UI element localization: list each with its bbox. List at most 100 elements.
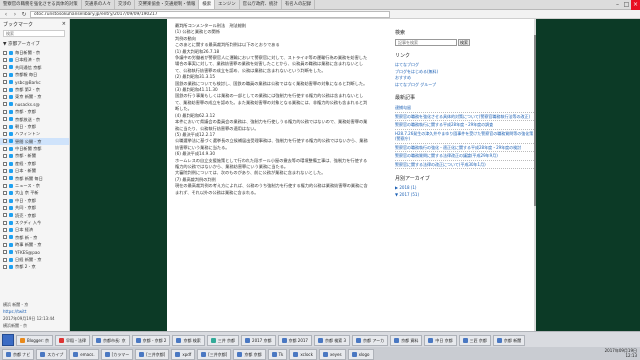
checkbox-icon[interactable]: [3, 191, 7, 196]
link-item[interactable]: はてなブログ グループ: [395, 82, 536, 89]
browser-tab[interactable]: 交響楽協会・交通規制・情報: [135, 0, 200, 9]
taskbar-item[interactable]: 三井 京都: [206, 334, 240, 346]
recent-post-link[interactable]: 警察官の職務執行に関する平成28年度・29年度の調査: [395, 121, 536, 130]
bookmark-item[interactable]: 読売 - 京都: [0, 212, 69, 219]
checkbox-icon[interactable]: [3, 161, 7, 166]
checkbox-icon[interactable]: [3, 50, 7, 55]
checkbox-icon[interactable]: [3, 109, 7, 114]
archive-item[interactable]: ▼ 2017 (51): [395, 192, 536, 199]
checkbox-icon[interactable]: [3, 154, 7, 159]
checkbox-icon[interactable]: [3, 102, 7, 107]
browser-tab[interactable]: 交通系の人々: [82, 0, 116, 9]
bookmark-item[interactable]: YFKES@pao: [0, 249, 69, 256]
bookmark-item[interactable]: 京都 - 京都: [0, 108, 69, 115]
bookmark-item[interactable]: 京都報 毎日: [0, 71, 69, 78]
close-icon[interactable]: ×: [631, 0, 640, 10]
bookmark-item[interactable]: 京都 - 新聞: [0, 152, 69, 159]
bookmark-item[interactable]: 昼間 公開 - 京: [0, 137, 69, 146]
taskbar-item[interactable]: xeyes: [318, 348, 346, 360]
bookmark-item[interactable]: 京都 2 - 京: [0, 263, 69, 270]
recent-post-link[interactable]: 警察官の職務質問に関する法律改正の議論(平成29年9月): [395, 152, 536, 161]
bookmark-item[interactable]: 京都 新 - 京: [0, 234, 69, 241]
url-input[interactable]: [30, 10, 390, 18]
minimize-icon[interactable]: –: [613, 0, 622, 10]
bookmark-search-input[interactable]: [3, 30, 65, 37]
taskbar-item[interactable]: スカイプ: [36, 348, 68, 360]
blog-search-button[interactable]: 検索: [458, 39, 470, 46]
taskbar-item[interactable]: 三匠 京都: [458, 334, 491, 346]
checkbox-icon[interactable]: [3, 183, 7, 188]
taskbar-item[interactable]: 京都 京都: [233, 348, 266, 360]
taskbar-item[interactable]: 京都 2017: [277, 334, 312, 346]
taskbar-item[interactable]: [三井京都]: [197, 348, 232, 360]
checkbox-icon[interactable]: [3, 117, 7, 122]
checkbox-icon[interactable]: [3, 72, 7, 77]
checkbox-icon[interactable]: [3, 58, 7, 63]
taskbar-item[interactable]: [三井京都]: [135, 348, 170, 360]
checkbox-icon[interactable]: [3, 131, 7, 136]
bookmark-item[interactable]: 京都 新聞 毎日: [0, 175, 69, 182]
taskbar-item[interactable]: xpdf: [171, 348, 196, 360]
bookmark-item[interactable]: 日経 新聞 - 京: [0, 256, 69, 263]
browser-tab[interactable]: 警察官の職務を強化させる具体的対策: [0, 0, 82, 9]
recent-post-link[interactable]: 警察官の職務を強化させる具体的対策について(警察官職務執行法等の改正): [395, 113, 536, 121]
checkbox-icon[interactable]: [3, 139, 7, 144]
checkbox-icon[interactable]: [3, 242, 7, 247]
bookmark-item[interactable]: ハフィントン: [0, 130, 69, 137]
recent-post-link[interactable]: H28.7.26発生の津久井やまゆり園事件を受けた警察官の職務質問等の強化策(警…: [395, 130, 536, 144]
page-scrollbar[interactable]: [534, 19, 536, 331]
browser-tab[interactable]: 交渉の: [115, 0, 136, 9]
bookmark-item[interactable]: 日本経済 - 京: [0, 56, 69, 63]
checkbox-icon[interactable]: [3, 198, 7, 203]
browser-tab[interactable]: 官公庁政府、統計: [240, 0, 282, 9]
taskbar-item[interactable]: 京都 - 京都 2: [131, 334, 171, 346]
taskbar-item[interactable]: 京都 新聞: [492, 334, 526, 346]
checkbox-icon[interactable]: [3, 146, 7, 151]
checkbox-icon[interactable]: [3, 124, 7, 129]
browser-tab[interactable]: エンジン: [215, 0, 240, 9]
back-icon[interactable]: ‹: [3, 11, 9, 18]
bookmark-item[interactable]: 共同 - 京都: [0, 204, 69, 211]
bookmark-item[interactable]: 中日新聞 京都: [0, 145, 69, 152]
bookmark-item[interactable]: 日本 経済: [0, 226, 69, 233]
checkbox-icon[interactable]: [3, 265, 7, 270]
taskbar-item[interactable]: xclock: [289, 348, 317, 360]
bookmark-folder[interactable]: ▼ 京都アーカイブ: [3, 41, 66, 47]
bookmark-item[interactable]: 時事 新聞 - 京: [0, 241, 69, 248]
taskbar-item[interactable]: emacs.: [69, 348, 99, 360]
bookmark-item[interactable]: 横浜 新聞 - 京: [3, 301, 67, 308]
bookmark-link[interactable]: https://twitt: [3, 308, 67, 315]
taskbar-item[interactable]: 京都市長: 京: [92, 334, 130, 346]
bookmark-item[interactable]: 毎日新聞 - 京: [0, 49, 69, 56]
checkbox-icon[interactable]: [3, 205, 7, 210]
scroll-thumb[interactable]: [534, 34, 536, 207]
taskbar-item[interactable]: [カラマー: [100, 348, 134, 360]
checkbox-icon[interactable]: [3, 213, 7, 218]
checkbox-icon[interactable]: [3, 220, 7, 225]
bookmark-item[interactable]: 京都 第2 - 京: [0, 86, 69, 93]
checkbox-icon[interactable]: [3, 95, 7, 100]
checkbox-icon[interactable]: [3, 257, 7, 262]
browser-tab[interactable]: 検索: [199, 0, 216, 9]
maximize-icon[interactable]: □: [622, 0, 631, 10]
bookmark-item[interactable]: nusacks.s@: [0, 101, 69, 108]
taskbar-item[interactable]: 中日 京都: [424, 334, 457, 346]
taskbar-item[interactable]: 早稲・法律: [55, 334, 91, 346]
forward-icon[interactable]: ›: [12, 11, 18, 18]
start-button[interactable]: [2, 334, 14, 346]
bookmark-item[interactable]: 共同通信 京都: [0, 64, 69, 71]
recent-post-link[interactable]: 警察官に関する法律の改正について(平成30年1月): [395, 161, 536, 169]
bookmark-item[interactable]: 朝日 - 京都: [0, 123, 69, 130]
blog-search-input[interactable]: [395, 39, 457, 46]
checkbox-icon[interactable]: [3, 65, 7, 70]
taskbar-item[interactable]: 2017 京都: [241, 334, 276, 346]
checkbox-icon[interactable]: [3, 228, 7, 233]
bookmark-item[interactable]: 中日 - 京都: [0, 197, 69, 204]
bookmark-item[interactable]: 東京 新聞 - 京: [0, 93, 69, 100]
checkbox-icon[interactable]: [3, 176, 7, 181]
browser-tab[interactable]: 有名人の記録: [282, 0, 316, 9]
recent-post-link[interactable]: 警察官の職務執行の強化・適正化に関する平成28年度・29年度の検討: [395, 144, 536, 152]
close-sidebar-icon[interactable]: ×: [62, 21, 66, 27]
bookmark-item[interactable]: 横浜新聞 - 京: [3, 322, 67, 329]
bookmark-item[interactable]: ニュース - 京: [0, 182, 69, 189]
